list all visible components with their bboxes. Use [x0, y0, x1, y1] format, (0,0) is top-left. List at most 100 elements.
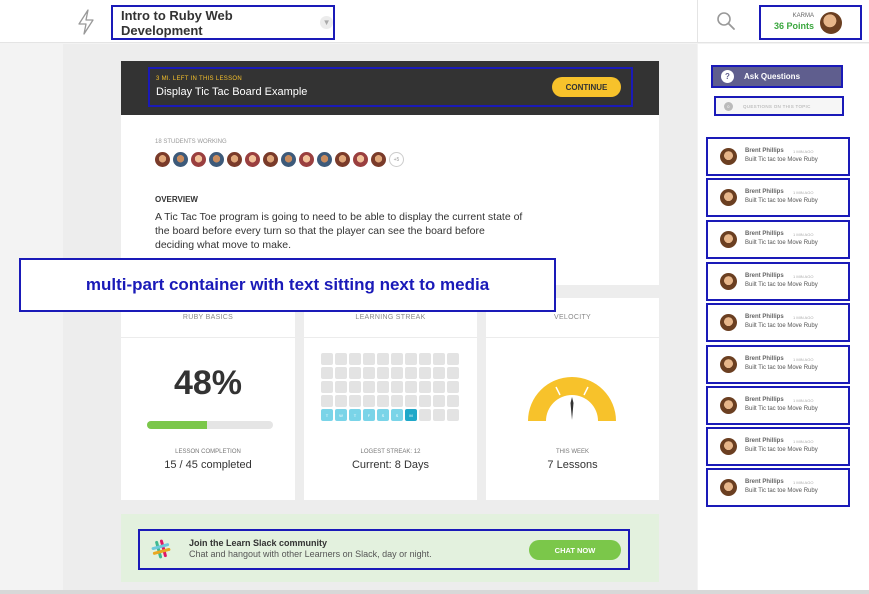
- search-icon[interactable]: [716, 11, 736, 31]
- lesson-name: Display Tic Tac Board Example: [156, 86, 308, 98]
- ask-questions-label: Ask Questions: [744, 72, 801, 81]
- activity-item[interactable]: Brent Phillips 1 MIN AGO Built Tic tac toe…: [706, 220, 850, 259]
- student-avatar[interactable]: [191, 152, 206, 167]
- student-avatar[interactable]: [245, 152, 260, 167]
- streak-cell: [363, 353, 375, 365]
- annotation-label: multi-part container with text sitting n…: [19, 258, 556, 312]
- student-avatar[interactable]: [155, 152, 170, 167]
- student-avatar[interactable]: [335, 152, 350, 167]
- avatar[interactable]: [720, 231, 737, 248]
- velocity-gauge-icon: [528, 377, 616, 421]
- activity-item[interactable]: Brent Phillips 1 MIN AGO Built Tic tac toe…: [706, 468, 850, 507]
- velocity-label: THIS WEEK: [555, 449, 589, 455]
- avatar[interactable]: [720, 397, 737, 414]
- student-avatar[interactable]: [209, 152, 224, 167]
- course-title: Intro to Ruby Web Development: [121, 7, 233, 38]
- streak-cell: [447, 395, 459, 407]
- streak-cell: [377, 395, 389, 407]
- completion-value: 15 / 45 completed: [164, 459, 252, 471]
- student-avatar[interactable]: [371, 152, 386, 167]
- activity-item[interactable]: Brent Phillips 1 MIN AGO Built Tic tac toe…: [706, 178, 850, 217]
- streak-cell: [363, 395, 375, 407]
- streak-cell: [419, 395, 431, 407]
- streak-cell: [349, 367, 361, 379]
- streak-day-cell: W: [335, 409, 347, 421]
- student-avatar[interactable]: [173, 152, 188, 167]
- divider: [697, 0, 698, 43]
- activity-text: Built Tic tac toe Move Ruby: [745, 240, 818, 246]
- activity-item[interactable]: Brent Phillips 1 MIN AGO Built Tic tac toe…: [706, 137, 850, 176]
- streak-cell: [335, 381, 347, 393]
- questions-on-topic-label: QUESTIONS ON THIS TOPIC: [743, 103, 811, 109]
- avatar[interactable]: [720, 314, 737, 331]
- avatar[interactable]: [720, 148, 737, 165]
- overview-text: A Tic Tac Toe program is going to need t…: [155, 211, 523, 251]
- student-avatars: +5: [155, 152, 404, 168]
- streak-cell: [349, 353, 361, 365]
- student-avatar[interactable]: [227, 152, 242, 167]
- activity-text: Built Tic tac toe Move Ruby: [745, 157, 818, 163]
- avatar[interactable]: [720, 479, 737, 496]
- chevron-down-icon: ▼: [320, 16, 333, 29]
- activity-time: 1 MIN AGO: [793, 480, 814, 485]
- chat-now-button[interactable]: CHAT NOW: [529, 540, 621, 560]
- activity-user-name: Brent Phillips: [745, 438, 784, 444]
- avatar[interactable]: [720, 189, 737, 206]
- lightning-logo-icon[interactable]: [76, 9, 96, 35]
- ruby-basics-card: RUBY BASICS 48% LESSON COMPLETION 15 / 4…: [121, 298, 295, 500]
- continue-button[interactable]: CONTINUE: [552, 77, 621, 97]
- activity-text: Built Tic tac toe Move Ruby: [745, 282, 818, 288]
- streak-cell: [349, 381, 361, 393]
- activity-text: Built Tic tac toe Move Ruby: [745, 488, 818, 494]
- streak-cell: [349, 395, 361, 407]
- activity-user-name: Brent Phillips: [745, 189, 784, 195]
- activity-item[interactable]: Brent Phillips 1 MIN AGO Built Tic tac toe…: [706, 427, 850, 466]
- activity-user-name: Brent Phillips: [745, 314, 784, 320]
- ask-questions-button[interactable]: ? Ask Questions: [711, 65, 843, 88]
- avatar[interactable]: [720, 356, 737, 373]
- activity-user-name: Brent Phillips: [745, 231, 784, 237]
- avatar[interactable]: [720, 273, 737, 290]
- activity-time: 1 MIN AGO: [793, 149, 814, 154]
- student-avatar[interactable]: [263, 152, 278, 167]
- activity-item[interactable]: Brent Phillips 1 MIN AGO Built Tic tac toe…: [706, 386, 850, 425]
- activity-item[interactable]: Brent Phillips 1 MIN AGO Built Tic tac toe…: [706, 303, 850, 342]
- completion-percent: 48%: [173, 364, 243, 402]
- streak-cell: [377, 353, 389, 365]
- user-avatar[interactable]: [820, 12, 842, 34]
- streak-day-cell: T: [349, 409, 361, 421]
- streak-cell: [419, 381, 431, 393]
- streak-cell: [405, 353, 417, 365]
- longest-streak-label: LOGEST STREAK: 12: [360, 449, 421, 455]
- student-avatar[interactable]: [317, 152, 332, 167]
- top-bar: Intro to Ruby Web Development ▼ KARMA 36…: [0, 0, 869, 43]
- streak-cell: [433, 353, 445, 365]
- questions-on-topic[interactable]: 0 QUESTIONS ON THIS TOPIC: [714, 96, 844, 116]
- streak-cell: [433, 395, 445, 407]
- velocity-card: VELOCITY THIS WEEK 7 Lessons: [486, 298, 659, 500]
- student-avatar[interactable]: [353, 152, 368, 167]
- course-title-dropdown[interactable]: Intro to Ruby Web Development ▼: [111, 5, 335, 40]
- student-avatar[interactable]: [281, 152, 296, 167]
- activity-item[interactable]: Brent Phillips 1 MIN AGO Built Tic tac toe…: [706, 345, 850, 384]
- streak-cell: [419, 409, 431, 421]
- current-streak-value: Current: 8 Days: [351, 459, 430, 471]
- activity-time: 1 MIN AGO: [793, 190, 814, 195]
- streak-cell: [405, 395, 417, 407]
- streak-cell: [321, 381, 333, 393]
- streak-cell: [321, 395, 333, 407]
- karma-widget[interactable]: KARMA 36 Points: [759, 5, 862, 40]
- activity-text: Built Tic tac toe Move Ruby: [745, 365, 818, 371]
- streak-day-cell: M: [405, 409, 417, 421]
- more-students-badge[interactable]: +5: [389, 152, 404, 167]
- bottom-border: [0, 590, 869, 594]
- activity-time: 1 MIN AGO: [793, 315, 814, 320]
- streak-cell: [447, 353, 459, 365]
- activity-text: Built Tic tac toe Move Ruby: [745, 198, 818, 204]
- activity-item[interactable]: Brent Phillips 1 MIN AGO Built Tic tac toe…: [706, 262, 850, 301]
- streak-cell: [447, 367, 459, 379]
- avatar[interactable]: [720, 438, 737, 455]
- activity-user-name: Brent Phillips: [745, 148, 784, 154]
- student-avatar[interactable]: [299, 152, 314, 167]
- activity-text: Built Tic tac toe Move Ruby: [745, 447, 818, 453]
